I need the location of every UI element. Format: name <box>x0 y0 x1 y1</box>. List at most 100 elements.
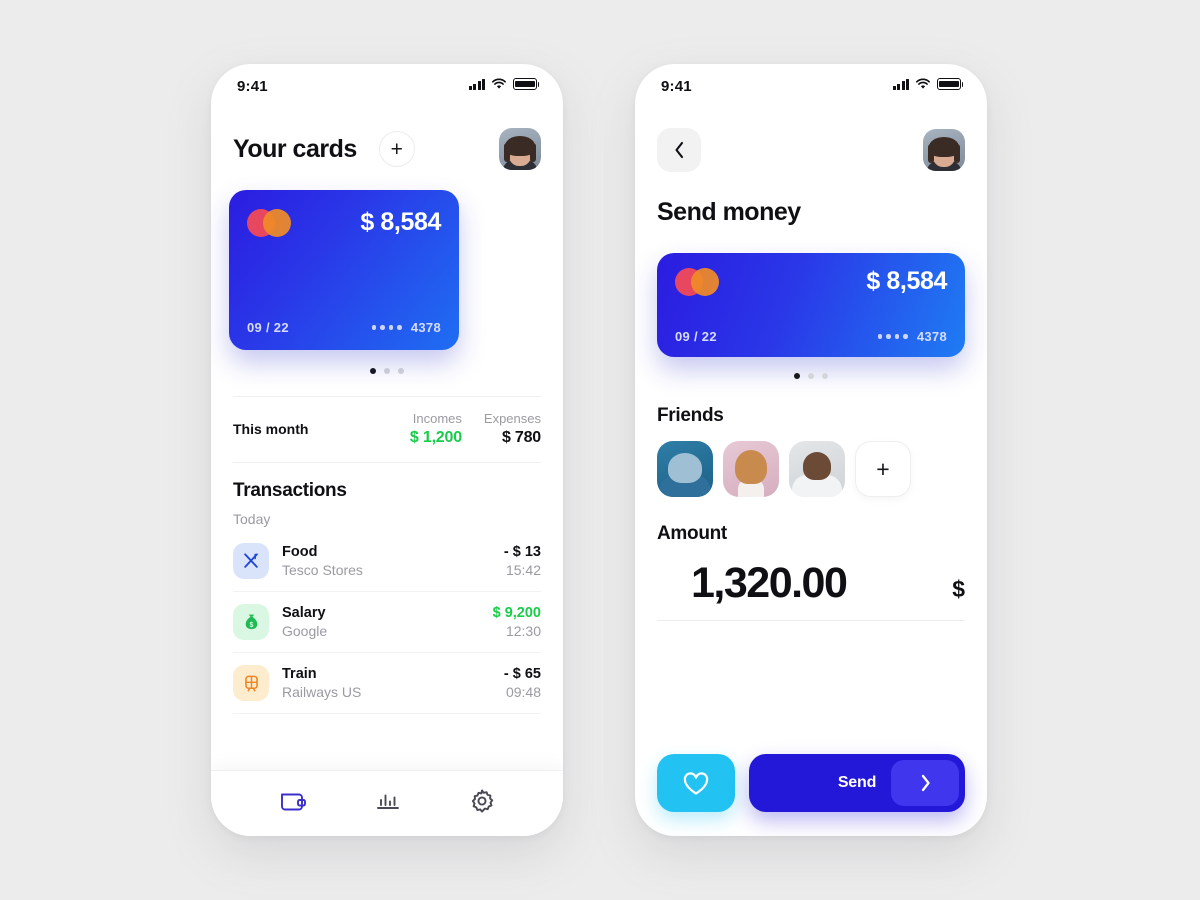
amount-input-row[interactable]: 1,320.00 $ <box>657 559 965 621</box>
transaction-time: 09:48 <box>505 684 541 700</box>
avatar[interactable] <box>499 128 541 170</box>
table-row[interactable]: Train Railways US - $ 65 09:48 <box>233 653 541 714</box>
expenses-caption: Expenses <box>483 411 541 426</box>
card-bottom-row: 09 / 22 4378 <box>675 329 947 344</box>
transaction-amount: - $ 65 <box>503 666 541 682</box>
bank-card-mastercard[interactable]: $ 8,584 09 / 22 4378 <box>229 190 459 350</box>
chevron-right-icon <box>921 774 930 792</box>
battery-icon <box>513 78 540 90</box>
expenses-block: Expenses $ 780 <box>484 411 541 447</box>
card-last4: 4378 <box>916 329 947 344</box>
friend-avatar-2[interactable] <box>723 441 779 497</box>
transaction-name: Train <box>282 666 317 682</box>
pager-dot-1[interactable] <box>794 373 800 379</box>
transaction-info: Train Railways US <box>282 666 361 700</box>
transaction-time: 12:30 <box>505 623 541 639</box>
card-last4: 4378 <box>410 320 441 335</box>
bank-card-mastercard[interactable]: $ 8,584 09 / 22 4378 <box>657 253 965 357</box>
amount-input[interactable]: 1,320.00 <box>691 559 848 608</box>
chevron-left-icon <box>674 141 683 159</box>
month-summary: This month Incomes $ 1,200 Expenses $ 78… <box>233 396 541 463</box>
screenshot-stage: 9:41 Your cards + $ 8,584 09 / 22 4378 T… <box>0 0 1200 900</box>
transactions-list: Food Tesco Stores - $ 13 15:42 $ Salary … <box>233 531 541 714</box>
pager-dot-3[interactable] <box>822 373 828 379</box>
send-button[interactable]: Send <box>749 754 965 812</box>
amount-label: Amount <box>657 523 727 544</box>
send-button-label: Send <box>837 774 877 791</box>
card-expiry: 09 / 22 <box>675 329 717 344</box>
action-bar: Send <box>657 754 965 812</box>
cutlery-icon <box>233 543 269 579</box>
card-mask-dots-icon <box>877 334 908 339</box>
transaction-name: Food <box>282 544 318 560</box>
friend-avatar-3[interactable] <box>789 441 845 497</box>
transaction-amount: $ 9,200 <box>492 605 541 621</box>
signal-bars-icon <box>468 78 485 90</box>
carousel-pager[interactable] <box>635 373 987 379</box>
friend-avatar-1[interactable] <box>657 441 713 497</box>
pager-dot-1[interactable] <box>370 368 376 374</box>
table-row[interactable]: Food Tesco Stores - $ 13 15:42 <box>233 531 541 592</box>
avatar[interactable] <box>923 129 965 171</box>
pager-dot-2[interactable] <box>808 373 814 379</box>
add-card-button[interactable]: + <box>378 131 415 167</box>
money-bag-icon: $ <box>233 604 269 640</box>
tab-wallet[interactable] <box>278 788 308 819</box>
battery-icon <box>937 78 964 90</box>
card-number: 4378 <box>877 329 947 344</box>
page-title: Your cards <box>233 134 357 163</box>
left-header: Your cards + <box>211 128 563 170</box>
status-icons <box>468 78 540 90</box>
status-time: 9:41 <box>237 78 268 95</box>
pager-dot-3[interactable] <box>398 368 404 374</box>
transaction-info: Salary Google <box>282 605 327 639</box>
tab-statistics[interactable] <box>373 788 403 819</box>
pager-dot-2[interactable] <box>384 368 390 374</box>
incomes-caption: Incomes <box>412 411 462 426</box>
card-top-row: $ 8,584 <box>675 267 947 296</box>
expenses-value: $ 780 <box>501 429 541 446</box>
friends-title: Friends <box>657 405 724 426</box>
transaction-meta: - $ 13 15:42 <box>504 544 541 578</box>
add-friend-button[interactable]: + <box>855 441 911 497</box>
card-mask-dots-icon <box>371 325 402 330</box>
transaction-name: Salary <box>282 605 326 621</box>
transaction-merchant: Tesco Stores <box>282 562 363 578</box>
mastercard-logo-icon <box>247 208 291 237</box>
transactions-day-group: Today <box>233 511 271 527</box>
transaction-time: 15:42 <box>505 562 541 578</box>
card-number: 4378 <box>371 320 441 335</box>
send-arrow-button[interactable] <box>891 760 959 806</box>
tab-settings[interactable] <box>468 787 496 820</box>
card-balance: $ 8,584 <box>360 208 441 236</box>
incomes-block: Incomes $ 1,200 <box>410 411 484 447</box>
transaction-meta: $ 9,200 12:30 <box>493 605 541 639</box>
train-icon <box>233 665 269 701</box>
transaction-merchant: Google <box>282 623 328 639</box>
status-bar: 9:41 <box>211 64 563 110</box>
transaction-meta: - $ 65 09:48 <box>504 666 541 700</box>
heart-icon <box>683 771 709 795</box>
wifi-icon <box>492 78 506 89</box>
phone-left: 9:41 Your cards + $ 8,584 09 / 22 4378 T… <box>211 64 563 836</box>
status-icons <box>892 78 964 90</box>
bottom-tab-bar <box>211 770 563 836</box>
status-time: 9:41 <box>661 78 692 95</box>
currency-symbol: $ <box>952 576 965 602</box>
incomes-value: $ 1,200 <box>409 429 462 446</box>
wifi-icon <box>916 78 930 89</box>
svg-text:$: $ <box>249 621 253 628</box>
favorite-button[interactable] <box>657 754 735 812</box>
card-bottom-row: 09 / 22 4378 <box>247 320 441 335</box>
status-bar: 9:41 <box>635 64 987 110</box>
table-row[interactable]: $ Salary Google $ 9,200 12:30 <box>233 592 541 653</box>
back-button[interactable] <box>657 128 701 172</box>
cards-carousel[interactable]: $ 8,584 09 / 22 4378 VISA 09 / 25 <box>211 190 563 352</box>
carousel-pager[interactable] <box>211 368 563 374</box>
transactions-title: Transactions <box>233 480 347 501</box>
transaction-amount: - $ 13 <box>503 544 541 560</box>
signal-bars-icon <box>892 78 909 90</box>
page-title: Send money <box>657 198 801 226</box>
phone-right: 9:41 Send money $ 8,584 09 / 22 4378 Fri… <box>635 64 987 836</box>
card-top-row: $ 8,584 <box>247 208 441 237</box>
